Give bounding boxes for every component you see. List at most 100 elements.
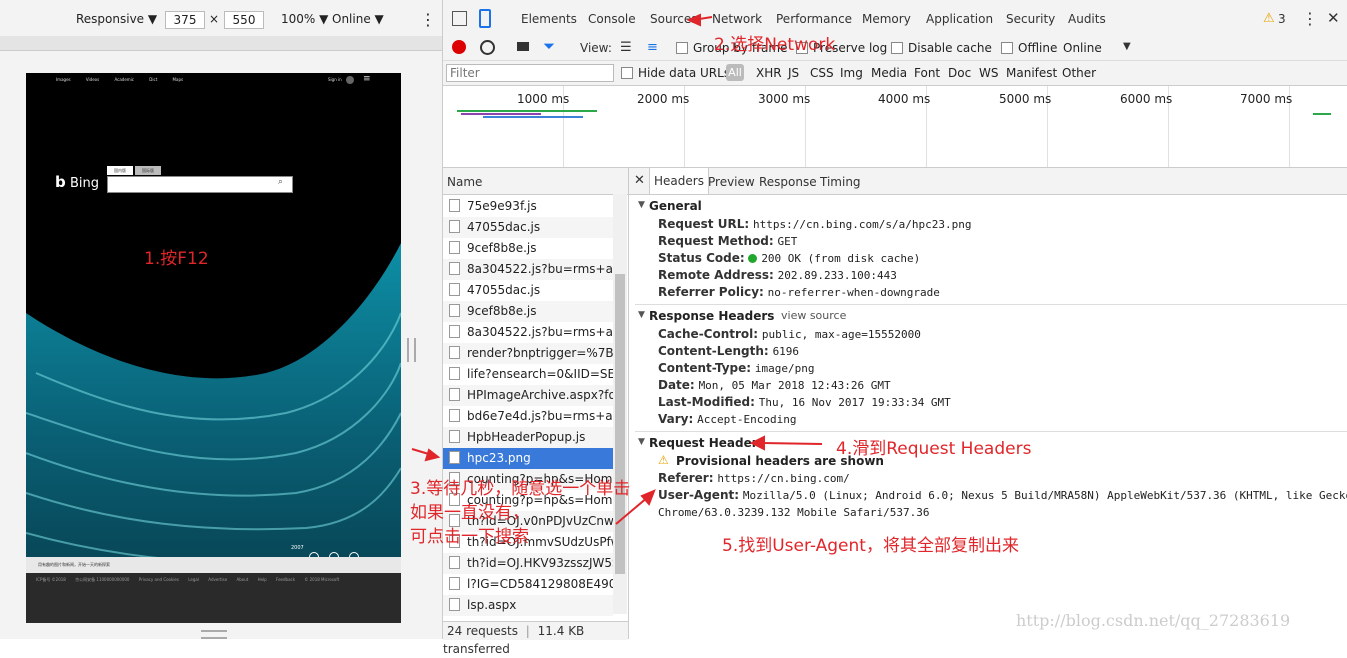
height-input[interactable]: 550 xyxy=(224,11,264,29)
tab-preview[interactable]: Preview xyxy=(708,175,755,189)
filter-ws[interactable]: WS xyxy=(979,66,998,80)
offline-checkbox[interactable] xyxy=(1001,42,1013,54)
signin-link[interactable]: Sign in xyxy=(328,77,342,82)
filter-other[interactable]: Other xyxy=(1062,66,1096,80)
tab-timing[interactable]: Timing xyxy=(820,175,861,189)
filter-js[interactable]: JS xyxy=(788,66,799,80)
request-headers-title[interactable]: Request Headers xyxy=(649,436,765,450)
general-section-title[interactable]: General xyxy=(649,199,702,213)
expand-triangle-icon[interactable]: ▼ xyxy=(638,200,645,210)
legal-link[interactable]: Help xyxy=(258,577,267,582)
search-icon[interactable]: ⌕ xyxy=(278,177,283,187)
tab-intl[interactable]: 国际版 xyxy=(135,166,161,175)
filter-font[interactable]: Font xyxy=(914,66,940,80)
legal-link[interactable]: © 2018 Microsoft xyxy=(304,577,339,582)
expand-triangle-icon[interactable]: ▼ xyxy=(638,437,645,447)
response-headers-title[interactable]: Response Headers xyxy=(649,309,774,323)
chevron-down-icon[interactable]: ▼ xyxy=(1123,41,1131,52)
inspect-element-icon[interactable] xyxy=(452,11,467,26)
request-row[interactable]: 8a304522.js?bu=rms+answ xyxy=(443,259,613,280)
more-options-icon[interactable]: ⋮ xyxy=(1302,9,1318,28)
request-row[interactable]: 8a304522.js?bu=rms+answ xyxy=(443,322,613,343)
tab-elements[interactable]: Elements xyxy=(521,12,577,26)
disable-cache-checkbox[interactable] xyxy=(891,42,903,54)
request-row[interactable]: life?ensearch=0&IID=SERP... xyxy=(443,364,613,385)
zoom-select[interactable]: 100% ▼ xyxy=(281,12,328,26)
tab-console[interactable]: Console xyxy=(588,12,636,26)
filter-input[interactable] xyxy=(446,64,614,82)
filter-manifest[interactable]: Manifest xyxy=(1006,66,1057,80)
tab-sources[interactable]: Sources xyxy=(650,12,697,26)
timeline-overview[interactable]: 1000 ms 2000 ms 3000 ms 4000 ms 5000 ms … xyxy=(443,86,1347,168)
more-options-icon[interactable]: ⋮ xyxy=(420,10,436,29)
tab-application[interactable]: Application xyxy=(926,12,993,26)
request-row[interactable]: th?id=OJ.HKV93zsszJW5Sw... xyxy=(443,553,613,574)
request-row[interactable]: 47055dac.js xyxy=(443,280,613,301)
tab-memory[interactable]: Memory xyxy=(862,12,911,26)
close-icon[interactable]: ✕ xyxy=(1327,9,1340,27)
legal-link[interactable]: About xyxy=(236,577,248,582)
tab-cn[interactable]: 国内版 xyxy=(107,166,133,175)
legal-link[interactable]: 京公网安备 1100000000000 xyxy=(75,577,129,582)
device-select[interactable]: Responsive ▼ xyxy=(76,12,157,26)
list-view-icon[interactable]: ☰ xyxy=(620,40,632,55)
screenshot-icon[interactable] xyxy=(517,42,529,51)
clear-icon[interactable] xyxy=(480,40,495,55)
width-input[interactable]: 375 xyxy=(165,11,205,29)
hide-data-urls-checkbox[interactable] xyxy=(621,67,633,79)
phone-nav-item[interactable]: Dict xyxy=(149,77,157,82)
filter-img[interactable]: Img xyxy=(840,66,863,80)
phone-nav-item[interactable]: Images xyxy=(56,77,71,82)
tab-security[interactable]: Security xyxy=(1006,12,1055,26)
phone-nav-item[interactable]: Maps xyxy=(173,77,184,82)
close-icon[interactable]: ✕ xyxy=(634,173,645,188)
phone-nav-item[interactable]: Videos xyxy=(86,77,99,82)
emulated-page[interactable]: Images Videos Academic Dict Maps Sign in… xyxy=(26,73,401,623)
filter-media[interactable]: Media xyxy=(871,66,907,80)
media-query-ruler[interactable] xyxy=(0,36,442,51)
waterfall-view-icon[interactable]: ≡ xyxy=(647,40,658,55)
legal-link[interactable]: Legal xyxy=(188,577,199,582)
tab-headers[interactable]: Headers xyxy=(649,168,709,194)
legal-link[interactable]: Feedback xyxy=(276,577,295,582)
request-row[interactable]: 47055dac.js xyxy=(443,217,613,238)
filter-all[interactable]: All xyxy=(726,64,744,81)
throttling-select[interactable]: Online xyxy=(1063,41,1102,55)
filter-icon[interactable]: ⏷ xyxy=(543,37,555,55)
tab-network[interactable]: Network xyxy=(712,12,762,26)
throttle-select[interactable]: Online ▼ xyxy=(332,12,384,26)
legal-link[interactable]: Privacy and Cookies xyxy=(139,577,179,582)
request-row[interactable]: l?IG=CD584129808E490C82 xyxy=(443,574,613,595)
expand-triangle-icon[interactable]: ▼ xyxy=(638,310,645,320)
device-toggle-icon[interactable] xyxy=(479,9,491,28)
phone-nav-item[interactable]: Academic xyxy=(114,77,134,82)
scrollbar-thumb[interactable] xyxy=(615,274,625,574)
avatar[interactable] xyxy=(346,76,354,84)
legal-link[interactable]: Advertise xyxy=(208,577,227,582)
record-icon[interactable] xyxy=(452,40,466,54)
warning-icon[interactable]: ⚠ xyxy=(1263,11,1275,26)
request-row[interactable]: bd6e7e4d.js?bu=rms+answ xyxy=(443,406,613,427)
filter-css[interactable]: CSS xyxy=(810,66,834,80)
tab-response[interactable]: Response xyxy=(759,175,817,189)
request-row[interactable]: render?bnptrigger=%7B%2... xyxy=(443,343,613,364)
request-row[interactable]: hpc23.png xyxy=(443,448,613,469)
search-input[interactable] xyxy=(107,176,293,193)
request-row[interactable]: HpbHeaderPopup.js xyxy=(443,427,613,448)
request-row[interactable]: 75e9e93f.js xyxy=(443,196,613,217)
filter-doc[interactable]: Doc xyxy=(948,66,971,80)
request-row[interactable]: 9cef8b8e.js xyxy=(443,238,613,259)
resize-handle-icon[interactable] xyxy=(201,630,227,639)
view-source-link[interactable]: view source xyxy=(781,309,846,322)
filter-xhr[interactable]: XHR xyxy=(756,66,782,80)
footer-caption[interactable]: 用有趣的图片和新闻，开始一天的新探索 xyxy=(26,557,401,573)
request-row[interactable]: HPImageArchive.aspx?form... xyxy=(443,385,613,406)
name-column-header[interactable]: Name xyxy=(447,175,482,189)
menu-icon[interactable]: ≡ xyxy=(363,74,371,84)
tab-audits[interactable]: Audits xyxy=(1068,12,1106,26)
request-list-header[interactable]: Name xyxy=(443,168,628,195)
group-by-frame-checkbox[interactable] xyxy=(676,42,688,54)
tab-performance[interactable]: Performance xyxy=(776,12,852,26)
legal-link[interactable]: ICP备号 ©2018 xyxy=(36,577,66,582)
scrollbar[interactable]: ▼ xyxy=(613,194,627,635)
